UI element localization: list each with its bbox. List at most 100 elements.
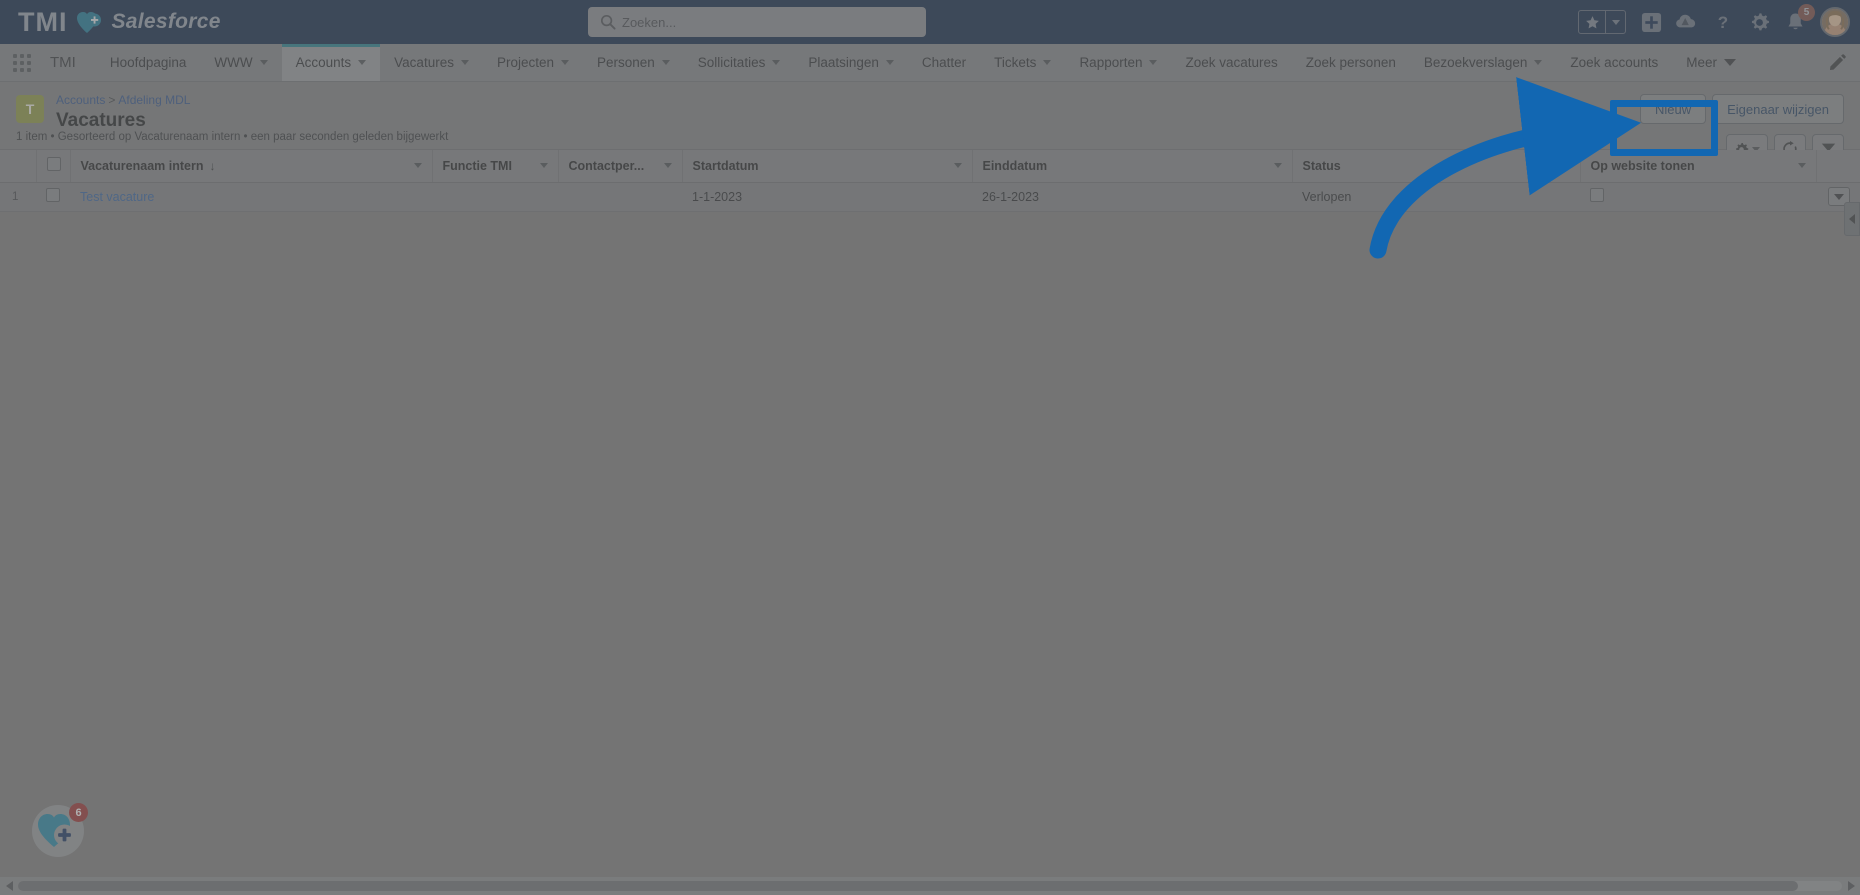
- scrollbar-track[interactable]: [18, 881, 1842, 891]
- nav-item-tickets[interactable]: Tickets: [980, 44, 1065, 81]
- chevron-down-icon[interactable]: [953, 163, 962, 169]
- scroll-right-arrow[interactable]: [1842, 881, 1860, 891]
- search-input[interactable]: [588, 7, 926, 37]
- logo-text-tmi: TMI: [18, 6, 68, 37]
- column-label: Functie TMI: [442, 158, 512, 173]
- nav-item-label: Zoek personen: [1305, 55, 1396, 70]
- cloud-icon[interactable]: [1676, 11, 1698, 33]
- setup-gear-icon[interactable]: [1748, 11, 1770, 33]
- add-icon[interactable]: [1640, 11, 1662, 33]
- column-header-einddatum[interactable]: Einddatum: [972, 150, 1293, 183]
- nav-item-label: Personen: [597, 55, 655, 70]
- nav-item-chatter[interactable]: Chatter: [908, 44, 980, 81]
- record-link[interactable]: Test vacature: [80, 190, 154, 204]
- list-view-table-container: Vacaturenaam intern ↓ Functie TMI Contac…: [0, 150, 1860, 212]
- nav-item-accounts[interactable]: Accounts: [281, 44, 381, 81]
- search-icon: [600, 14, 616, 30]
- header-icon-group: ? 5: [1578, 0, 1850, 44]
- nav-item-label: WWW: [214, 55, 253, 70]
- nav-item-label: Zoek accounts: [1570, 55, 1659, 70]
- global-search[interactable]: [588, 7, 926, 37]
- column-label: Einddatum: [982, 158, 1048, 173]
- chevron-down-icon[interactable]: [1561, 163, 1570, 169]
- panel-collapse-handle[interactable]: [1844, 202, 1860, 236]
- chevron-down-icon[interactable]: [413, 163, 422, 169]
- op-website-tonen-checkbox[interactable]: [1590, 188, 1604, 202]
- nav-item-projecten[interactable]: Projecten: [483, 44, 583, 81]
- column-header-vacaturenaam[interactable]: Vacaturenaam intern ↓: [70, 150, 433, 183]
- scrollbar-thumb[interactable]: [18, 881, 1798, 891]
- vacatures-table: Vacaturenaam intern ↓ Functie TMI Contac…: [0, 150, 1860, 212]
- nav-item-zoek-accounts[interactable]: Zoek accounts: [1556, 44, 1672, 81]
- breadcrumb-link-current[interactable]: Afdeling MDL: [118, 93, 190, 107]
- favorites-control[interactable]: [1578, 10, 1626, 34]
- nav-item-label: Meer: [1686, 55, 1717, 70]
- select-all-header[interactable]: [36, 150, 71, 183]
- nav-item-label: Plaatsingen: [808, 55, 879, 70]
- cell-einddatum: 26-1-2023: [972, 182, 1292, 212]
- table-row[interactable]: 1 Test vacature 1-1-2023 26-1-2023 Verlo…: [0, 182, 1860, 212]
- nav-item-label: Tickets: [994, 55, 1037, 70]
- chevron-down-icon[interactable]: [539, 163, 548, 169]
- breadcrumb-link-accounts[interactable]: Accounts: [56, 93, 105, 107]
- nav-item-hoofdpagina[interactable]: Hoofdpagina: [96, 44, 201, 81]
- nav-item-vacatures[interactable]: Vacatures: [380, 44, 483, 81]
- nav-item-bezoekverslagen[interactable]: Bezoekverslagen: [1410, 44, 1557, 81]
- nav-item-www[interactable]: WWW: [200, 44, 281, 81]
- nav-item-zoek-personen[interactable]: Zoek personen: [1292, 44, 1410, 81]
- app-logo[interactable]: TMI Salesforce: [0, 7, 221, 38]
- chevron-left-icon: [1849, 214, 1855, 224]
- favorites-star-icon[interactable]: [1579, 15, 1605, 30]
- select-all-checkbox[interactable]: [46, 157, 61, 172]
- object-icon: T: [16, 95, 44, 123]
- chevron-down-icon: [661, 60, 670, 65]
- column-label: Status: [1302, 158, 1341, 173]
- nav-item-meer[interactable]: Meer: [1672, 44, 1750, 81]
- new-button[interactable]: Nieuw: [1639, 94, 1707, 124]
- nav-item-rapporten[interactable]: Rapporten: [1065, 44, 1171, 81]
- nav-item-label: Hoofdpagina: [109, 55, 187, 70]
- breadcrumb-separator: >: [108, 93, 116, 107]
- notifications-bell-icon[interactable]: 5: [1784, 4, 1815, 33]
- column-header-contactpersoon[interactable]: Contactper...: [558, 150, 683, 183]
- cell-functie-tmi: [432, 182, 558, 212]
- column-header-functie-tmi[interactable]: Functie TMI: [432, 150, 559, 183]
- scroll-left-arrow[interactable]: [0, 881, 18, 891]
- row-number: 1: [0, 182, 36, 212]
- caret-down-icon: [1723, 59, 1736, 66]
- nav-item-sollicitaties[interactable]: Sollicitaties: [684, 44, 795, 81]
- chevron-down-icon: [772, 60, 781, 65]
- column-header-status[interactable]: Status: [1292, 150, 1581, 183]
- help-icon[interactable]: ?: [1712, 11, 1734, 33]
- svg-text:?: ?: [1718, 13, 1728, 32]
- column-label: Op website tonen: [1590, 158, 1695, 173]
- chevron-down-icon: [1534, 60, 1543, 65]
- floating-heart-widget[interactable]: 6: [32, 803, 88, 857]
- user-avatar[interactable]: [1820, 7, 1850, 37]
- nav-item-label: Zoek vacatures: [1185, 55, 1278, 70]
- chevron-down-icon[interactable]: [663, 163, 672, 169]
- app-launcher-grid: [13, 53, 31, 72]
- list-view-header: T Accounts > Afdeling MDL Vacatures Nieuw …: [0, 82, 1860, 164]
- chevron-down-icon: [460, 60, 469, 65]
- app-launcher-icon[interactable]: [0, 44, 44, 81]
- edit-navigation-pencil-icon[interactable]: [1814, 44, 1860, 81]
- caret-down-icon: [1834, 193, 1844, 200]
- column-header-startdatum[interactable]: Startdatum: [682, 150, 973, 183]
- nav-item-zoek-vacatures[interactable]: Zoek vacatures: [1171, 44, 1291, 81]
- nav-item-label: Bezoekverslagen: [1423, 55, 1528, 70]
- nav-item-plaatsingen[interactable]: Plaatsingen: [794, 44, 908, 81]
- row-checkbox[interactable]: [46, 188, 60, 202]
- nav-item-list: Hoofdpagina WWW Accounts Vacatures Proje…: [96, 44, 1814, 81]
- chevron-down-icon[interactable]: [1273, 163, 1282, 169]
- favorites-caret-icon[interactable]: [1605, 11, 1625, 33]
- change-owner-button[interactable]: Eigenaar wijzigen: [1712, 94, 1844, 124]
- row-select-cell[interactable]: [36, 182, 70, 212]
- heart-plus-logo-icon: [76, 10, 103, 34]
- horizontal-scrollbar[interactable]: [0, 877, 1860, 895]
- table-header-row: Vacaturenaam intern ↓ Functie TMI Contac…: [0, 150, 1860, 183]
- cell-op-website-tonen: [1580, 182, 1816, 212]
- chevron-down-icon[interactable]: [1797, 163, 1806, 169]
- column-header-op-website-tonen[interactable]: Op website tonen: [1580, 150, 1817, 183]
- nav-item-personen[interactable]: Personen: [583, 44, 684, 81]
